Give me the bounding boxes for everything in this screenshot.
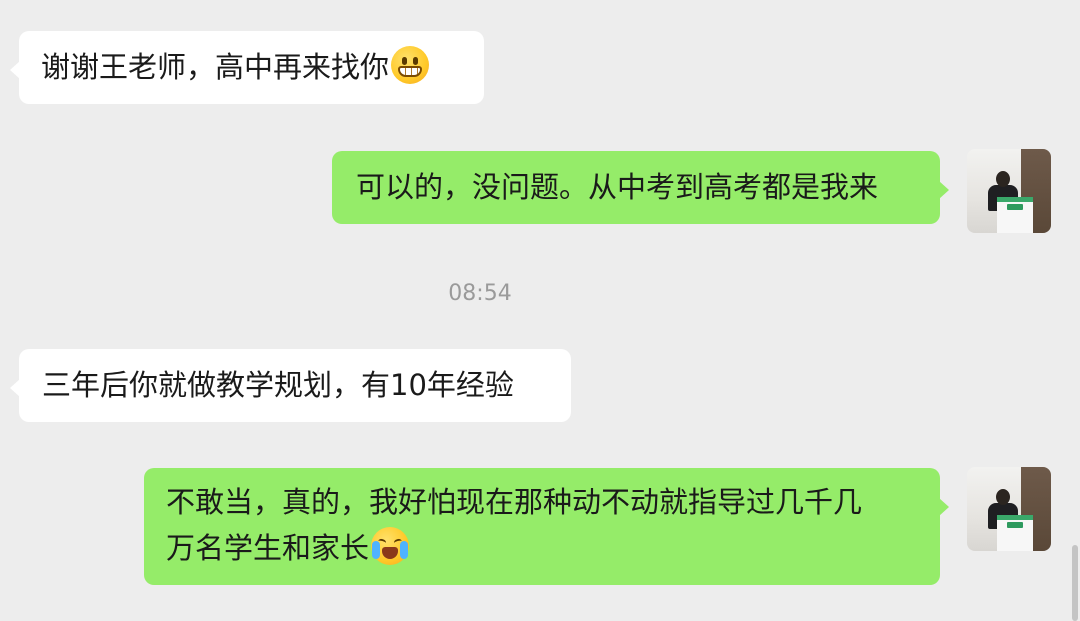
timestamp: 08:54 <box>448 281 512 306</box>
message-text: 三年后你就做教学规划，有10年经验 <box>42 368 514 402</box>
message-text: 谢谢王老师，高中再来找你 <box>41 50 390 84</box>
message-bubble-sent[interactable]: 不敢当，真的，我好怕现在那种动不动就指导过几千几 万名学生和家长 <box>144 468 949 585</box>
chat-window: 谢谢王老师，高中再来找你 可以的，没问题。从中考到高考都是我来 08:54 三年… <box>0 0 1080 621</box>
avatar[interactable] <box>967 149 1051 233</box>
message-text-line: 万名学生和家长 <box>166 531 370 565</box>
message-bubble-received[interactable]: 谢谢王老师，高中再来找你 <box>10 31 484 104</box>
avatar[interactable] <box>967 467 1051 551</box>
message-text: 可以的，没问题。从中考到高考都是我来 <box>356 170 879 204</box>
message-text-line: 不敢当，真的，我好怕现在那种动不动就指导过几千几 <box>166 485 863 519</box>
message-bubble-received[interactable]: 三年后你就做教学规划，有10年经验 <box>10 349 571 422</box>
scrollbar[interactable] <box>1072 545 1078 621</box>
message-bubble-sent[interactable]: 可以的，没问题。从中考到高考都是我来 <box>332 151 949 224</box>
crying-laughing-icon <box>371 527 410 565</box>
grin-icon <box>391 46 430 84</box>
